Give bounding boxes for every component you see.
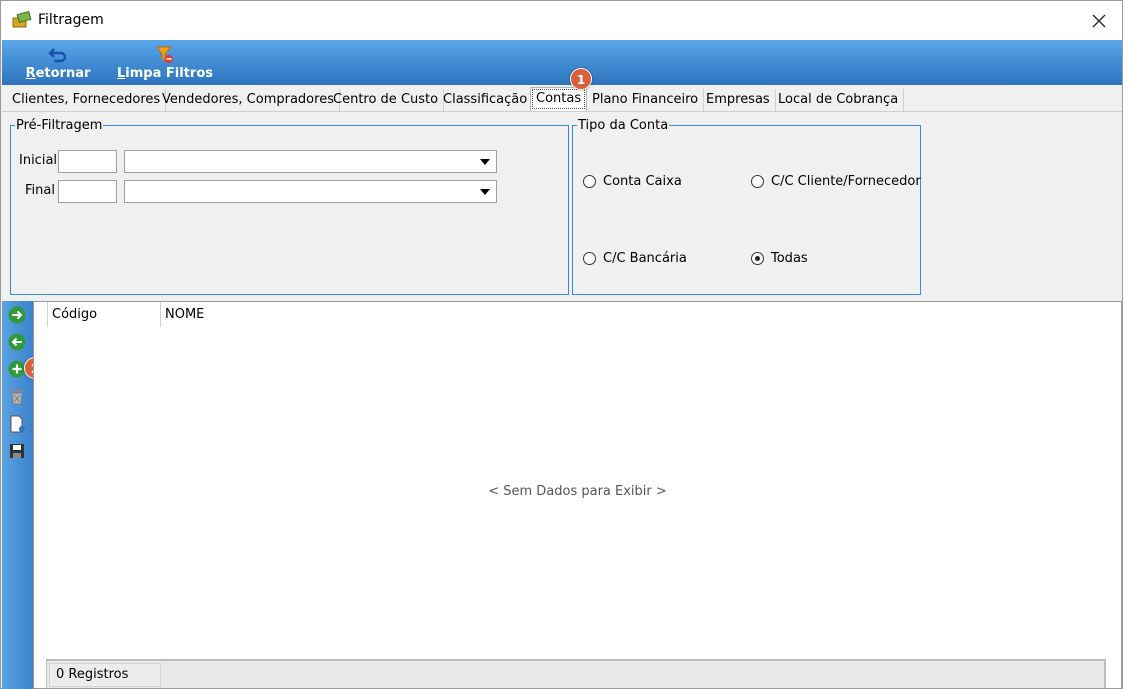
retornar-label: etornar bbox=[35, 66, 91, 81]
radio-todas[interactable]: Todas bbox=[751, 251, 808, 266]
tab-contas[interactable]: Contas bbox=[530, 87, 588, 111]
grid-status-bar: 0 Registros bbox=[46, 659, 1106, 688]
tab-clientes-fornecedores[interactable]: Clientes, Fornecedores bbox=[7, 89, 167, 111]
radio-label: Conta Caixa bbox=[603, 174, 682, 189]
return-icon bbox=[48, 48, 67, 63]
column-header-codigo[interactable]: Código bbox=[48, 302, 161, 327]
tab-panel-contas: Pré-Filtragem Inicial Final Tipo da Cont… bbox=[2, 111, 1122, 299]
radio-indicator-selected bbox=[751, 252, 764, 265]
inicial-code-input[interactable] bbox=[58, 150, 117, 173]
radio-conta-caixa[interactable]: Conta Caixa bbox=[583, 174, 682, 189]
record-count: 0 Registros bbox=[49, 663, 161, 687]
tab-strip: Clientes, Fornecedores Vendedores, Compr… bbox=[2, 87, 1122, 111]
pre-filtragem-group: Pré-Filtragem Inicial Final bbox=[10, 118, 569, 295]
trash-icon[interactable] bbox=[8, 388, 26, 406]
filtragem-window: Filtragem Retornar Limpa Filtros Cliente… bbox=[0, 0, 1123, 689]
empty-grid-message: < Sem Dados para Exibir > bbox=[488, 484, 667, 499]
radio-label: C/C Bancária bbox=[603, 251, 687, 266]
tab-classificacao[interactable]: Classificação bbox=[438, 89, 534, 111]
tab-vendedores-compradores[interactable]: Vendedores, Compradores bbox=[157, 89, 340, 111]
title-bar: Filtragem bbox=[1, 1, 1122, 40]
radio-cc-bancaria[interactable]: C/C Bancária bbox=[583, 251, 687, 266]
window-title: Filtragem bbox=[38, 12, 104, 28]
column-header-nome[interactable]: NOME bbox=[161, 302, 1121, 327]
tipo-da-conta-legend: Tipo da Conta bbox=[578, 118, 669, 133]
radio-indicator bbox=[583, 252, 596, 265]
callout-badge-1: 1 bbox=[570, 68, 592, 90]
data-grid[interactable]: Código NOME < Sem Dados para Exibir > 0 … bbox=[33, 301, 1122, 689]
final-combo[interactable] bbox=[124, 180, 497, 203]
tab-plano-financeiro[interactable]: Plano Financeiro bbox=[587, 89, 705, 111]
tipo-da-conta-group: Tipo da Conta Conta Caixa C/C Cliente/Fo… bbox=[572, 118, 921, 295]
clear-filter-icon bbox=[156, 46, 173, 63]
new-document-icon[interactable] bbox=[8, 415, 26, 433]
arrow-right-icon[interactable] bbox=[8, 306, 26, 324]
chevron-down-icon[interactable] bbox=[480, 189, 490, 195]
chevron-down-icon[interactable] bbox=[480, 159, 490, 165]
arrow-left-icon[interactable] bbox=[8, 333, 26, 351]
final-label: Final bbox=[25, 183, 55, 198]
pre-filtragem-legend: Pré-Filtragem bbox=[16, 118, 103, 133]
tab-centro-de-custo[interactable]: Centro de Custo bbox=[328, 89, 445, 111]
retornar-button[interactable]: Retornar bbox=[24, 42, 92, 84]
tab-empresas[interactable]: Empresas bbox=[701, 89, 776, 111]
inicial-label: Inicial bbox=[19, 153, 58, 168]
radio-indicator bbox=[751, 175, 764, 188]
grid-header: Código NOME bbox=[34, 302, 1121, 327]
inicial-combo[interactable] bbox=[124, 150, 497, 173]
radio-label: C/C Cliente/Fornecedor bbox=[771, 174, 921, 189]
retornar-shortcut: R bbox=[25, 66, 36, 81]
save-icon[interactable] bbox=[8, 442, 26, 460]
radio-cc-cliente-fornecedor[interactable]: C/C Cliente/Fornecedor bbox=[751, 174, 921, 189]
radio-label: Todas bbox=[771, 251, 808, 266]
radio-indicator bbox=[583, 175, 596, 188]
limpa-filtros-button[interactable]: Limpa Filtros bbox=[117, 42, 213, 84]
tab-local-de-cobranca[interactable]: Local de Cobrança bbox=[773, 89, 905, 111]
close-icon bbox=[1092, 14, 1106, 27]
app-icon bbox=[12, 11, 32, 28]
row-indicator-header bbox=[34, 302, 48, 327]
final-code-input[interactable] bbox=[58, 180, 117, 203]
limpa-label: impa Filtros bbox=[125, 66, 213, 81]
close-button[interactable] bbox=[1076, 1, 1122, 40]
toolbar: Retornar Limpa Filtros bbox=[2, 40, 1122, 85]
